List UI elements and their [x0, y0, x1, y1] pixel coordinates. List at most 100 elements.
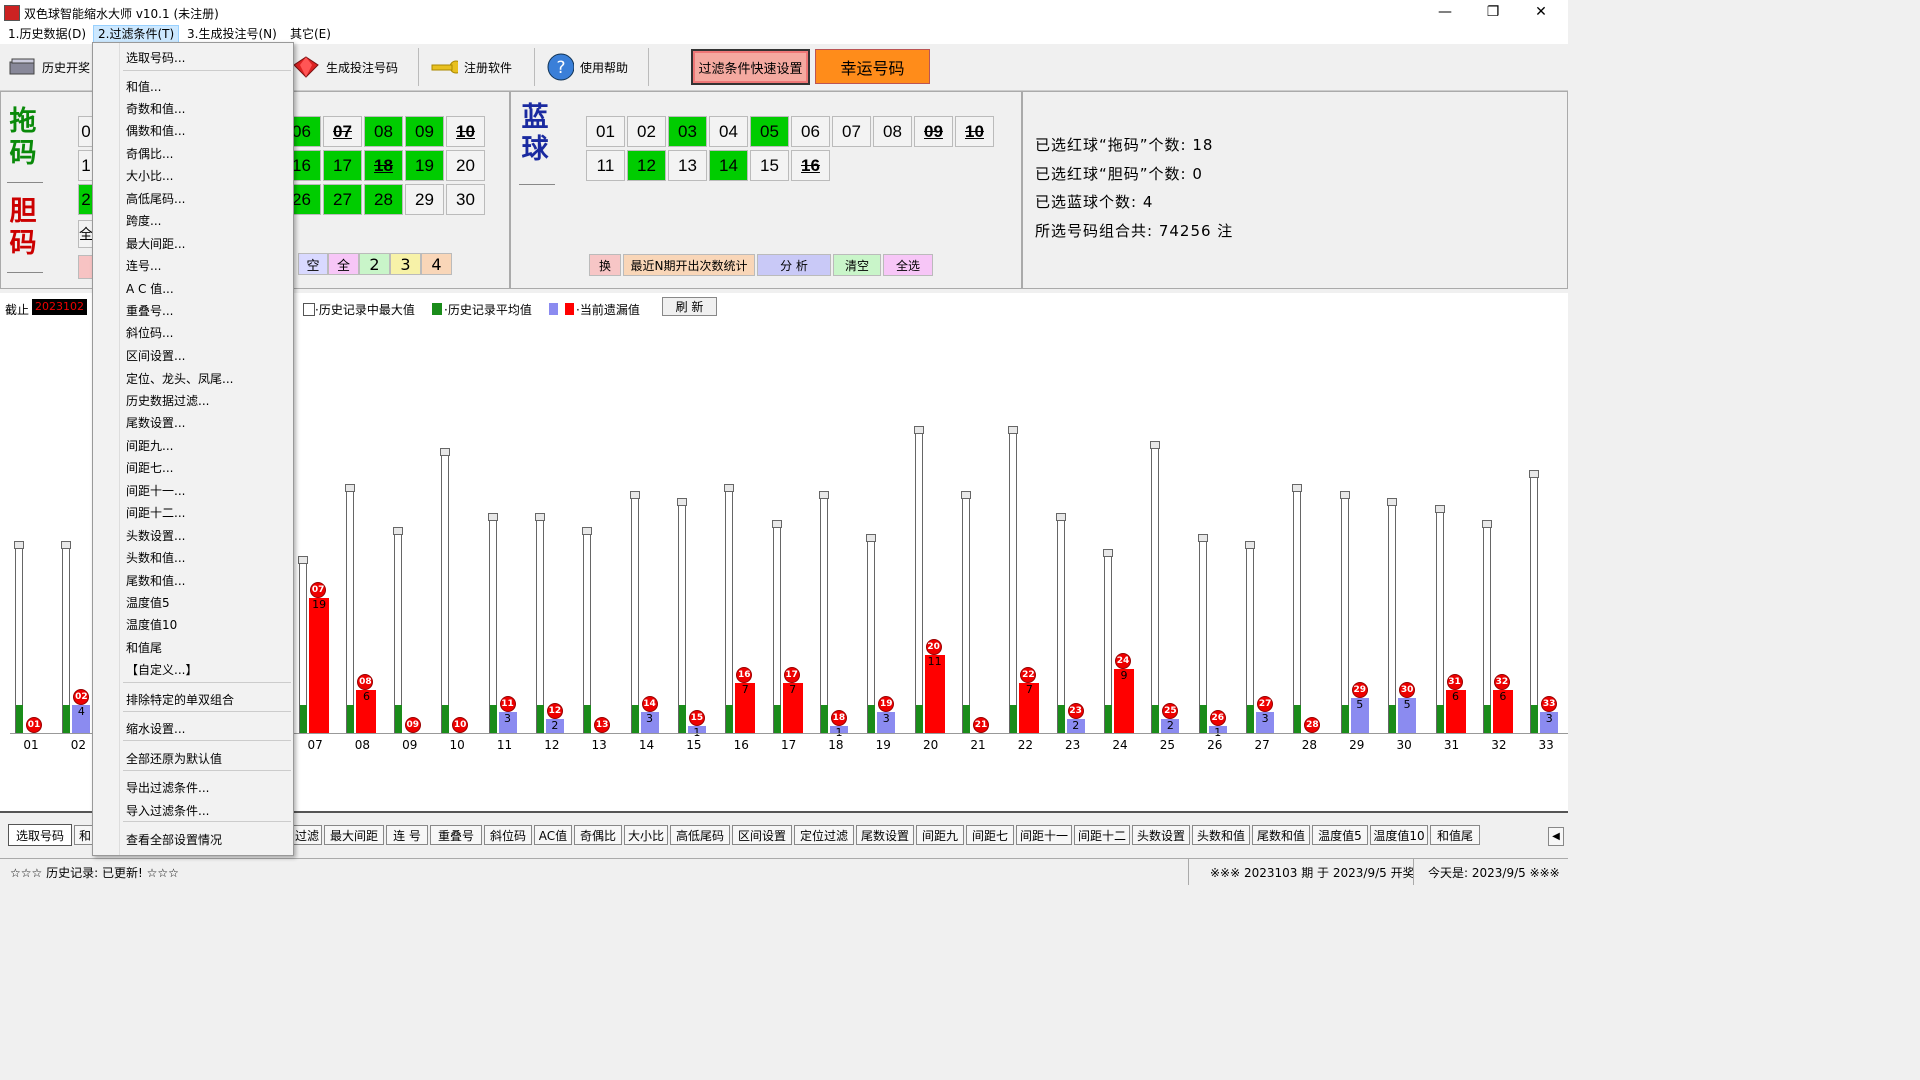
tab-23[interactable]: 和值尾: [1430, 825, 1480, 845]
tab-16[interactable]: 间距十一: [1016, 825, 1072, 845]
menu-item-2[interactable]: 奇数和值...: [126, 98, 185, 120]
history-button[interactable]: 历史开奖: [8, 52, 90, 82]
tab-17[interactable]: 间距十二: [1074, 825, 1130, 845]
generate-button[interactable]: 生成投注号码: [292, 52, 398, 82]
menu-item-9[interactable]: 连号...: [126, 255, 161, 277]
menu-item-15[interactable]: 历史数据过滤...: [126, 390, 209, 412]
tab-scroll-left-icon[interactable]: ◀: [1548, 827, 1564, 846]
menu-item-30[interactable]: 全部还原为默认值: [126, 748, 222, 770]
tab-19[interactable]: 头数和值: [1192, 825, 1250, 845]
red-ball-08[interactable]: 08: [364, 116, 403, 147]
red-ball-19[interactable]: 19: [405, 150, 444, 181]
menu-item-19[interactable]: 间距十一...: [126, 480, 185, 502]
blue-action-button-4[interactable]: 全选: [883, 254, 933, 276]
menu-item-22[interactable]: 头数和值...: [126, 547, 185, 569]
blue-action-button-0[interactable]: 换: [589, 254, 621, 276]
menu-item-24[interactable]: 温度值5: [126, 592, 170, 614]
tab-4[interactable]: 连 号: [386, 825, 428, 845]
blue-ball-01[interactable]: 01: [586, 116, 625, 147]
blue-action-button-1[interactable]: 最近N期开出次数统计: [623, 254, 755, 276]
menu-filter[interactable]: 2.过滤条件(T): [93, 25, 180, 43]
tab-15[interactable]: 间距七: [966, 825, 1014, 845]
tab-22[interactable]: 温度值10: [1370, 825, 1428, 845]
help-button[interactable]: ? 使用帮助: [546, 52, 628, 82]
menu-other[interactable]: 其它(E): [286, 26, 335, 42]
menu-item-7[interactable]: 跨度...: [126, 210, 161, 232]
blue-ball-10[interactable]: 10: [955, 116, 994, 147]
blue-ball-03[interactable]: 03: [668, 116, 707, 147]
tab-10[interactable]: 高低尾码: [670, 825, 730, 845]
red-ball-27[interactable]: 27: [323, 184, 362, 215]
blue-action-button-2[interactable]: 分 析: [757, 254, 831, 276]
menu-item-3[interactable]: 偶数和值...: [126, 120, 185, 142]
menu-item-0[interactable]: 选取号码...: [126, 47, 185, 69]
tab-9[interactable]: 大小比: [624, 825, 668, 845]
red-quick-select-4[interactable]: 4: [421, 253, 452, 275]
tab-12[interactable]: 定位过滤: [794, 825, 854, 845]
menu-item-29[interactable]: 缩水设置...: [126, 718, 185, 740]
blue-ball-11[interactable]: 11: [586, 150, 625, 181]
tab-13[interactable]: 尾数设置: [856, 825, 914, 845]
menu-item-6[interactable]: 高低尾码...: [126, 188, 185, 210]
blue-ball-14[interactable]: 14: [709, 150, 748, 181]
tab-0[interactable]: 选取号码: [8, 824, 72, 846]
red-ball-30[interactable]: 30: [446, 184, 485, 215]
menu-item-1[interactable]: 和值...: [126, 76, 161, 98]
menu-item-26[interactable]: 和值尾: [126, 637, 162, 659]
red-quick-select-2[interactable]: 2: [359, 253, 390, 275]
blue-ball-06[interactable]: 06: [791, 116, 830, 147]
red-quick-select-1[interactable]: 全: [328, 253, 359, 275]
tab-8[interactable]: 奇偶比: [574, 825, 622, 845]
menu-item-16[interactable]: 尾数设置...: [126, 412, 185, 434]
blue-ball-02[interactable]: 02: [627, 116, 666, 147]
tab-20[interactable]: 尾数和值: [1252, 825, 1310, 845]
blue-ball-07[interactable]: 07: [832, 116, 871, 147]
menu-item-32[interactable]: 导入过滤条件...: [126, 800, 209, 822]
menu-history[interactable]: 1.历史数据(D): [4, 26, 90, 42]
menu-item-28[interactable]: 排除特定的单双组合: [126, 689, 234, 711]
menu-item-20[interactable]: 间距十二...: [126, 502, 185, 524]
close-button[interactable]: ✕: [1518, 0, 1564, 24]
menu-item-25[interactable]: 温度值10: [126, 614, 177, 636]
blue-ball-09[interactable]: 09: [914, 116, 953, 147]
lucky-number-button[interactable]: 幸运号码: [815, 49, 930, 84]
tab-3[interactable]: 最大间距: [324, 825, 384, 845]
blue-ball-12[interactable]: 12: [627, 150, 666, 181]
menu-item-4[interactable]: 奇偶比...: [126, 143, 173, 165]
menu-item-12[interactable]: 斜位码...: [126, 322, 173, 344]
red-ball-20[interactable]: 20: [446, 150, 485, 181]
menu-item-23[interactable]: 尾数和值...: [126, 570, 185, 592]
tab-11[interactable]: 区间设置: [732, 825, 792, 845]
red-ball-17[interactable]: 17: [323, 150, 362, 181]
quick-filter-button[interactable]: 过滤条件快速设置: [691, 49, 810, 85]
tab-18[interactable]: 头数设置: [1132, 825, 1190, 845]
menu-item-27[interactable]: 【自定义...】: [126, 659, 197, 681]
blue-action-button-3[interactable]: 清空: [833, 254, 881, 276]
red-ball-07[interactable]: 07: [323, 116, 362, 147]
restore-button[interactable]: ❐: [1470, 0, 1516, 24]
red-ball-28[interactable]: 28: [364, 184, 403, 215]
tab-2[interactable]: 过滤: [292, 825, 322, 845]
tab-21[interactable]: 温度值5: [1312, 825, 1368, 845]
menu-generate[interactable]: 3.生成投注号(N): [183, 26, 281, 42]
menu-item-21[interactable]: 头数设置...: [126, 525, 185, 547]
menu-item-17[interactable]: 间距九...: [126, 435, 173, 457]
tab-5[interactable]: 重叠号: [430, 825, 482, 845]
red-ball-29[interactable]: 29: [405, 184, 444, 215]
blue-ball-05[interactable]: 05: [750, 116, 789, 147]
red-ball-09[interactable]: 09: [405, 116, 444, 147]
menu-item-14[interactable]: 定位、龙头、凤尾...: [126, 368, 233, 390]
tab-7[interactable]: AC值: [534, 825, 572, 845]
blue-ball-16[interactable]: 16: [791, 150, 830, 181]
red-ball-18[interactable]: 18: [364, 150, 403, 181]
blue-ball-08[interactable]: 08: [873, 116, 912, 147]
red-quick-select-3[interactable]: 3: [390, 253, 421, 275]
blue-ball-04[interactable]: 04: [709, 116, 748, 147]
menu-item-31[interactable]: 导出过滤条件...: [126, 777, 209, 799]
menu-item-33[interactable]: 查看全部设置情况: [126, 829, 222, 851]
tab-14[interactable]: 间距九: [916, 825, 964, 845]
minimize-button[interactable]: —: [1422, 0, 1468, 24]
blue-ball-15[interactable]: 15: [750, 150, 789, 181]
red-quick-select-0[interactable]: 空: [298, 253, 328, 275]
register-button[interactable]: 注册软件: [430, 52, 512, 82]
